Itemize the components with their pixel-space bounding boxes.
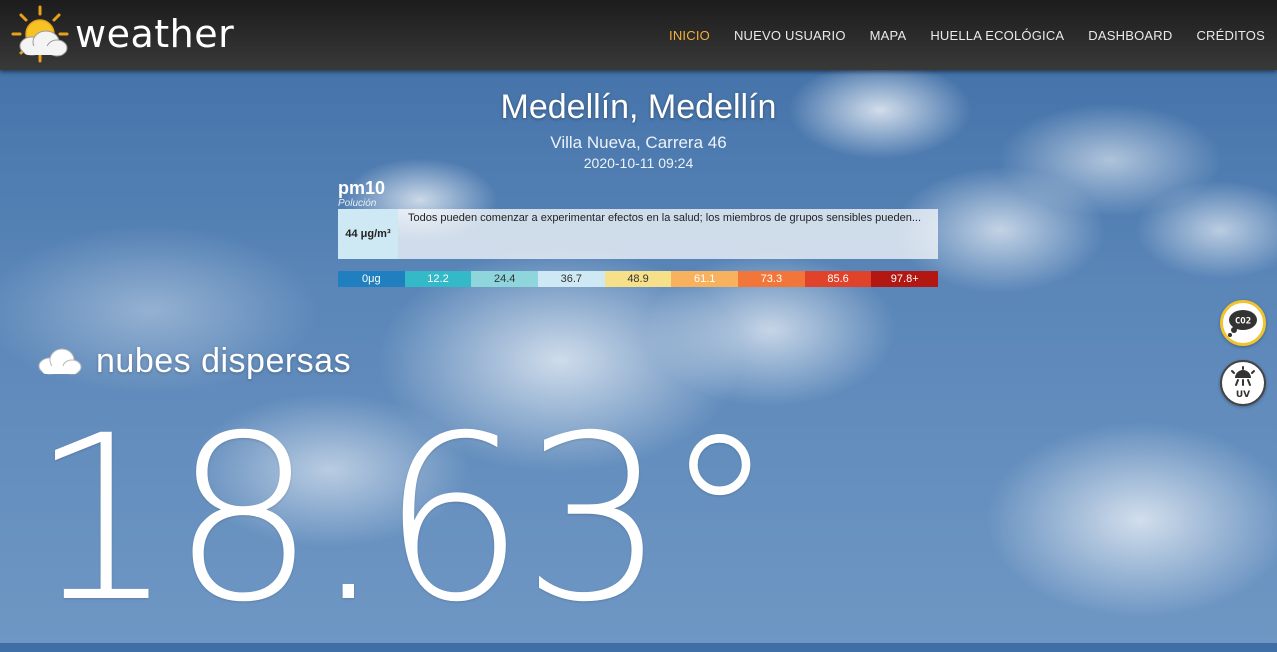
- temperature-value: 18.63°: [30, 386, 777, 652]
- nav-item-nuevo-usuario[interactable]: NUEVO USUARIO: [734, 28, 846, 43]
- scale-step: 48.9: [604, 271, 672, 287]
- scale-step: 73.3: [738, 271, 805, 287]
- main-nav: INICIO NUEVO USUARIO MAPA HUELLA ECOLÓGI…: [645, 0, 1265, 70]
- city-name: Medellín, Medellín: [500, 88, 777, 126]
- pollutant-subtitle: Polución: [338, 198, 377, 209]
- app-logo[interactable]: weather: [10, 4, 234, 64]
- street-address: Villa Nueva, Carrera 46: [550, 133, 727, 152]
- scale-step: 24.4: [471, 271, 539, 287]
- weather-condition: nubes dispersas: [36, 342, 351, 381]
- pollutant-name: pm10: [338, 178, 386, 198]
- sun-cloud-icon: [11, 5, 69, 63]
- pollutant-value: 44 μg/m³: [338, 209, 398, 259]
- scale-step: 0μg: [338, 271, 405, 287]
- nav-item-huella-ecologica[interactable]: HUELLA ECOLÓGICA: [930, 28, 1064, 43]
- nav-item-creditos[interactable]: CRÉDITOS: [1196, 28, 1265, 43]
- uv-sun-icon: UV: [1231, 366, 1255, 400]
- co2-cloud-icon: CO2: [1228, 310, 1257, 337]
- uv-label: UV: [1236, 390, 1250, 400]
- pollution-scale: 0μg 12.2 24.4 36.7 48.9 61.1 73.3 85.6 97.8+: [338, 271, 939, 287]
- scale-step: 85.6: [804, 271, 872, 287]
- location-header: Medellín, Medellín Villa Nueva, Carrera …: [0, 88, 1277, 171]
- nav-item-inicio[interactable]: INICIO: [669, 28, 710, 43]
- co2-label: CO2: [1235, 317, 1251, 327]
- observation-datetime: 2020-10-11 09:24: [583, 155, 694, 171]
- top-navbar: weather INICIO NUEVO USUARIO MAPA HUELLA…: [0, 0, 1277, 70]
- cloud-icon: [38, 348, 82, 374]
- scale-step: 36.7: [538, 271, 605, 287]
- uv-button[interactable]: UV: [1220, 360, 1266, 406]
- co2-button[interactable]: CO2: [1220, 300, 1266, 346]
- pollution-panel: pm10 Polución 44 μg/m³ Todos pueden come…: [338, 178, 939, 287]
- app-title: weather: [75, 12, 235, 56]
- pollution-description: Todos pueden comenzar a experimentar efe…: [398, 209, 938, 259]
- scale-step: 12.2: [404, 271, 472, 287]
- condition-text: nubes dispersas: [96, 342, 352, 380]
- scale-step: 61.1: [671, 271, 739, 287]
- scale-step: 97.8+: [871, 271, 939, 287]
- nav-item-dashboard[interactable]: DASHBOARD: [1088, 28, 1172, 43]
- pollution-reading: 44 μg/m³ Todos pueden comenzar a experim…: [338, 209, 938, 259]
- nav-item-mapa[interactable]: MAPA: [870, 28, 907, 43]
